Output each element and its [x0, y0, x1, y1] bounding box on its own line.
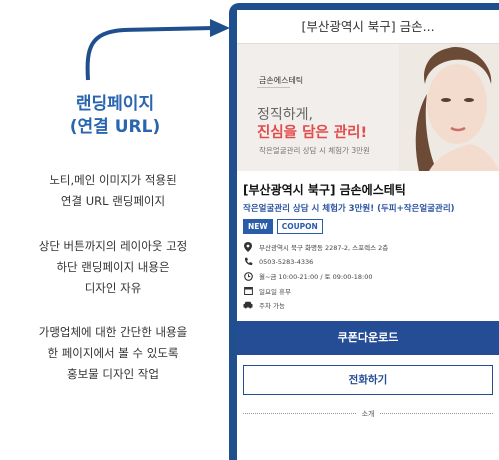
- info-address-text: 부산광역시 북구 화명동 2287-2, 스포렉스 2층: [259, 244, 389, 253]
- phone-icon: [243, 257, 253, 267]
- annotation-desc-1-line: 연결 URL 랜딩페이지: [60, 194, 166, 208]
- info-phone[interactable]: 0503-5283-4336: [243, 255, 499, 270]
- intro-label: 소개: [361, 409, 375, 418]
- banner-headline-2: 진심을 담은 관리!: [257, 125, 368, 141]
- coupon-badge: COUPON: [276, 219, 323, 234]
- divider: [380, 413, 494, 414]
- banner-brand: 금손에스테틱: [259, 76, 304, 85]
- annotation-desc-2-line: 디자인 자유: [84, 281, 142, 295]
- annotation-title-line1: 랜딩페이지: [75, 94, 155, 114]
- new-badge: NEW: [243, 219, 273, 234]
- intro-section-header: 소개: [243, 409, 494, 419]
- calendar-icon: [243, 286, 253, 296]
- annotation-title-line2: (연결 URL): [69, 117, 161, 137]
- shop-info-list: 부산광역시 북구 화명동 2287-2, 스포렉스 2층 0503-5283-4…: [243, 240, 499, 313]
- info-holiday: 일요일 휴무: [243, 284, 499, 299]
- car-icon: [243, 300, 253, 310]
- annotation-desc-1-line: 노티,메인 이미지가 적용된: [49, 173, 177, 187]
- shop-description: 작은얼굴관리 상담 시 체험가 3만원! (두피+작은얼굴관리): [243, 204, 455, 214]
- phone-frame: [부산광역시 북구] 금손... 금손에스테틱 정직하게, 진심을 담은 관리!…: [229, 3, 499, 460]
- shop-title: [부산광역시 북구] 금손에스테틱: [243, 183, 406, 197]
- banner-divider: [257, 87, 290, 88]
- info-parking: 주차 가능: [243, 298, 499, 313]
- hero-banner: 금손에스테틱 정직하게, 진심을 담은 관리! 작은얼굴관리 상담 시 체험가 …: [237, 44, 499, 171]
- info-hours: 월~금 10:00-21:00 / 토 09:00-18:00: [243, 269, 499, 284]
- annotation-desc-2-line: 하단 랜딩페이지 내용은: [56, 260, 170, 274]
- annotation-desc-3-line: 가맹업체에 대한 간단한 내용을: [38, 325, 188, 339]
- banner-subline: 작은얼굴관리 상담 시 체험가 3만원: [259, 146, 370, 155]
- annotation-title: 랜딩페이지 (연결 URL): [40, 93, 190, 139]
- phone-screen: [부산광역시 북구] 금손... 금손에스테틱 정직하게, 진심을 담은 관리!…: [237, 10, 499, 460]
- divider: [243, 413, 356, 414]
- badge-group: NEW COUPON: [243, 219, 499, 234]
- info-parking-text: 주차 가능: [259, 302, 285, 311]
- info-phone-text: 0503-5283-4336: [259, 257, 314, 266]
- annotation-desc-1: 노티,메인 이미지가 적용된 연결 URL 랜딩페이지: [0, 170, 226, 212]
- page-title: [부산광역시 북구] 금손...: [237, 10, 499, 44]
- coupon-download-button[interactable]: 쿠폰다운로드: [237, 320, 499, 355]
- annotation-desc-2: 상단 버튼까지의 레이아웃 고정 하단 랜딩페이지 내용은 디자인 자유: [0, 236, 226, 299]
- info-holiday-text: 일요일 휴무: [259, 287, 291, 296]
- curved-arrow-icon: [85, 19, 230, 81]
- annotation-desc-3-line: 한 페이지에서 볼 수 있도록: [47, 346, 179, 360]
- call-button[interactable]: 전화하기: [243, 364, 493, 395]
- annotation-desc-2-line: 상단 버튼까지의 레이아웃 고정: [38, 239, 188, 253]
- location-pin-icon: [243, 242, 253, 253]
- info-hours-text: 월~금 10:00-21:00 / 토 09:00-18:00: [259, 273, 373, 282]
- model-portrait-image: [399, 44, 499, 171]
- annotation-desc-3-line: 홍보물 디자인 작업: [67, 367, 159, 381]
- annotation-desc-3: 가맹업체에 대한 간단한 내용을 한 페이지에서 볼 수 있도록 홍보물 디자인…: [0, 322, 226, 385]
- clock-icon: [243, 271, 253, 281]
- info-address: 부산광역시 북구 화명동 2287-2, 스포렉스 2층: [243, 240, 499, 255]
